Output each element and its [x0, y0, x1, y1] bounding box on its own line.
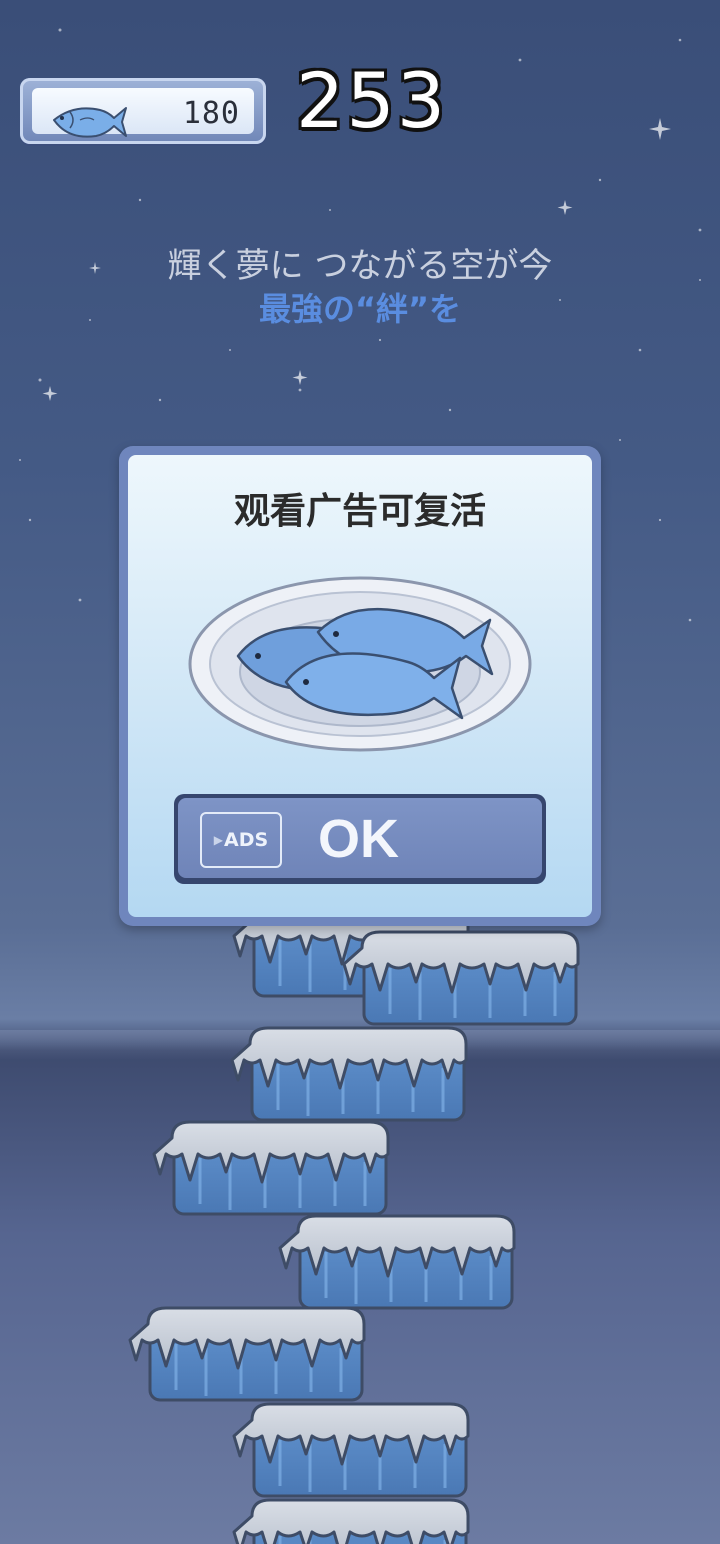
fish-counter: 180 — [20, 78, 266, 144]
lyric-line-1: 輝く夢に つながる空が今 — [167, 246, 553, 286]
ice-block — [342, 930, 580, 1026]
ok-button-face: ▶ ADS OK — [178, 798, 542, 878]
ice-block — [232, 1498, 470, 1544]
ads-badge: ▶ ADS — [200, 812, 282, 868]
fish-icon — [53, 107, 127, 138]
ok-label: OK — [318, 809, 399, 869]
play-icon: ▶ — [213, 833, 224, 847]
score: 253 — [296, 56, 448, 145]
dialog-title: 观看广告可复活 — [233, 491, 486, 532]
fish-plate-icon — [188, 576, 532, 752]
ice-block — [128, 1306, 366, 1402]
ads-label: ADS — [224, 829, 269, 851]
ice-block — [230, 1026, 468, 1122]
lyric-line-2: 最強の“絆”を — [258, 290, 462, 328]
ice-block — [232, 1402, 470, 1498]
watch-ad-ok-button[interactable]: ▶ ADS OK — [174, 794, 546, 884]
fish-count: 180 — [182, 96, 240, 131]
ice-block — [278, 1214, 516, 1310]
ice-block — [152, 1120, 390, 1216]
